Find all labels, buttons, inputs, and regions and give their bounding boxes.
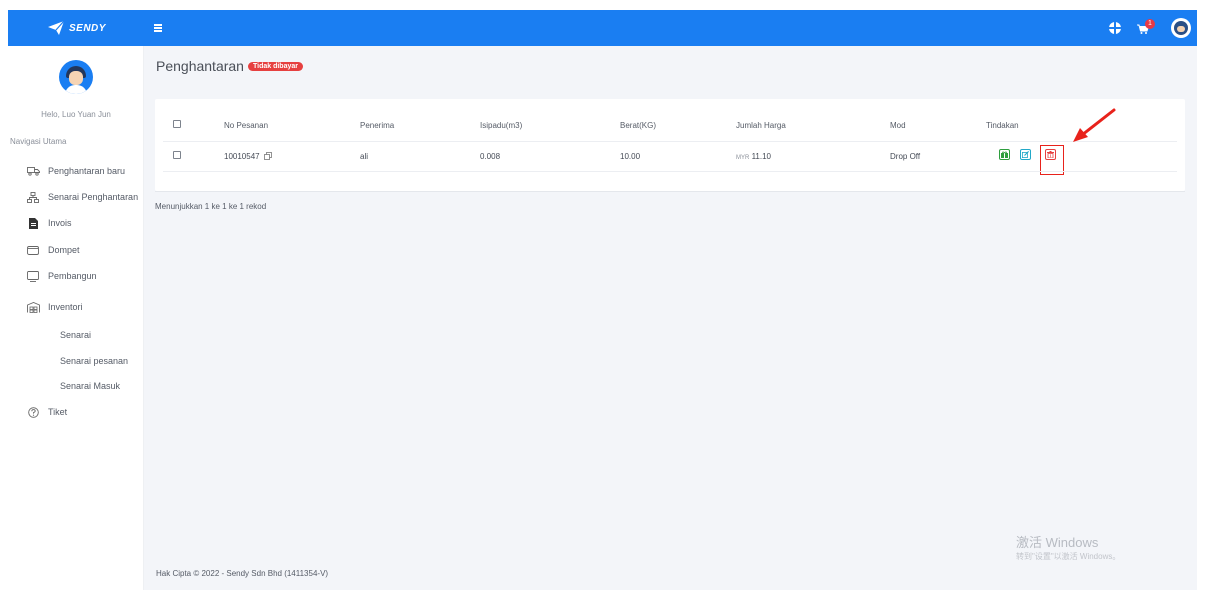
globe-icon[interactable] — [1109, 22, 1121, 34]
sidebar-item-invoice[interactable]: Invois — [8, 215, 144, 231]
cart-button[interactable]: 1 — [1137, 19, 1155, 37]
paper-plane-icon — [48, 21, 64, 35]
profile-avatar — [59, 60, 93, 94]
sidebar-item-developer[interactable]: Pembangun — [8, 268, 144, 284]
sidebar: Helo, Luo Yuan Jun Navigasi Utama Pengha… — [8, 46, 144, 590]
edit-button[interactable] — [1020, 149, 1031, 160]
column-header-mode: Mod — [890, 121, 906, 130]
recipient-cell: ali — [360, 152, 369, 161]
nav-heading: Navigasi Utama — [10, 137, 67, 146]
sidebar-item-wallet[interactable]: Dompet — [8, 242, 144, 258]
file-icon — [26, 217, 40, 229]
column-header-recipient: Penerima — [360, 121, 395, 130]
sidebar-item-label: Senarai Penghantaran — [48, 192, 139, 202]
sidebar-item-label: Inventori — [48, 302, 83, 312]
warehouse-icon — [26, 301, 40, 313]
weight-cell: 10.00 — [620, 152, 641, 161]
sidebar-item-delivery-list[interactable]: Senarai Penghantaran — [8, 189, 144, 205]
orders-table: No Pesanan Penerima Isipadu(m3) Berat(KG… — [155, 99, 1185, 191]
copyright-text: Hak Cipta © 2022 - Sendy Sdn Bhd (141135… — [156, 569, 329, 578]
annotation-arrow-icon — [1073, 108, 1116, 142]
truck-icon — [26, 165, 40, 177]
page-title: Penghantaran — [156, 58, 244, 74]
currency-label: MYR — [736, 155, 750, 161]
sidebar-item-ticket[interactable]: Tiket — [8, 404, 144, 420]
volume-cell: 0.008 — [480, 152, 501, 161]
sidebar-item-label: Tiket — [48, 407, 68, 417]
top-right-actions: 1 — [1109, 10, 1191, 46]
header-divider — [163, 141, 1177, 142]
price-cell: MYR 11.10 — [736, 152, 771, 161]
order-number-text: 10010547 — [224, 152, 260, 161]
column-header-total-price: Jumlah Harga — [736, 121, 786, 130]
sidebar-item-label: Invois — [48, 218, 72, 228]
windows-activation-subtext: 转到"设置"以激活 Windows。 — [1016, 552, 1121, 561]
sidebar-item-inventory[interactable]: Inventori — [8, 299, 144, 315]
gift-button[interactable] — [999, 149, 1010, 160]
top-navbar: SENDY 1 — [8, 10, 1197, 46]
edit-icon — [1022, 151, 1029, 158]
sidebar-item-label: Penghantaran baru — [48, 166, 126, 176]
user-avatar-icon — [1174, 21, 1188, 35]
main-content: Penghantaran Tidak dibayar No Pesanan Pe… — [144, 46, 1197, 590]
pagination-info: Menunjukkan 1 ke 1 ke 1 rekod — [155, 202, 267, 211]
network-icon — [26, 191, 40, 203]
windows-activation-watermark: 激活 Windows — [1016, 535, 1099, 550]
gift-icon — [1001, 151, 1008, 158]
column-header-volume: Isipadu(m3) — [480, 121, 523, 130]
sidebar-item-label: Pembangun — [48, 271, 97, 281]
help-circle-icon — [26, 406, 40, 418]
greeting-text: Helo, Luo Yuan Jun — [41, 110, 111, 119]
price-value: 11.10 — [751, 152, 772, 161]
app-window: SENDY 1 Helo, Luo Yuan Jun Navigasi Utam… — [0, 0, 1205, 597]
select-all-checkbox[interactable] — [173, 120, 181, 128]
column-header-order-no: No Pesanan — [224, 121, 269, 130]
monitor-icon — [26, 270, 40, 282]
order-number: 10010547 — [224, 152, 272, 161]
logo[interactable]: SENDY — [48, 10, 106, 46]
column-header-actions: Tindakan — [986, 121, 1019, 130]
copy-icon[interactable] — [263, 152, 272, 160]
user-avatar-button[interactable] — [1171, 18, 1191, 38]
table-footer: Menunjukkan 1 ke 1 ke 1 rekod — [155, 191, 1185, 219]
wallet-icon — [26, 244, 40, 256]
page-header: Penghantaran Tidak dibayar — [156, 58, 303, 74]
cart-count-badge: 1 — [1145, 19, 1155, 29]
column-header-weight: Berat(KG) — [620, 121, 657, 130]
menu-toggle-icon[interactable] — [154, 19, 168, 37]
logo-text: SENDY — [69, 22, 106, 34]
row-divider — [163, 171, 1177, 172]
sidebar-subitem-order-list[interactable]: Senarai pesanan — [60, 356, 128, 366]
row-checkbox[interactable] — [173, 151, 181, 159]
sidebar-item-new-delivery[interactable]: Penghantaran baru — [8, 163, 144, 179]
sidebar-subitem-list[interactable]: Senarai — [60, 330, 91, 340]
status-badge: Tidak dibayar — [247, 61, 303, 71]
mode-cell: Drop Off — [890, 152, 921, 161]
sidebar-subitem-incoming-list[interactable]: Senarai Masuk — [60, 381, 120, 391]
sidebar-item-label: Dompet — [48, 245, 80, 255]
